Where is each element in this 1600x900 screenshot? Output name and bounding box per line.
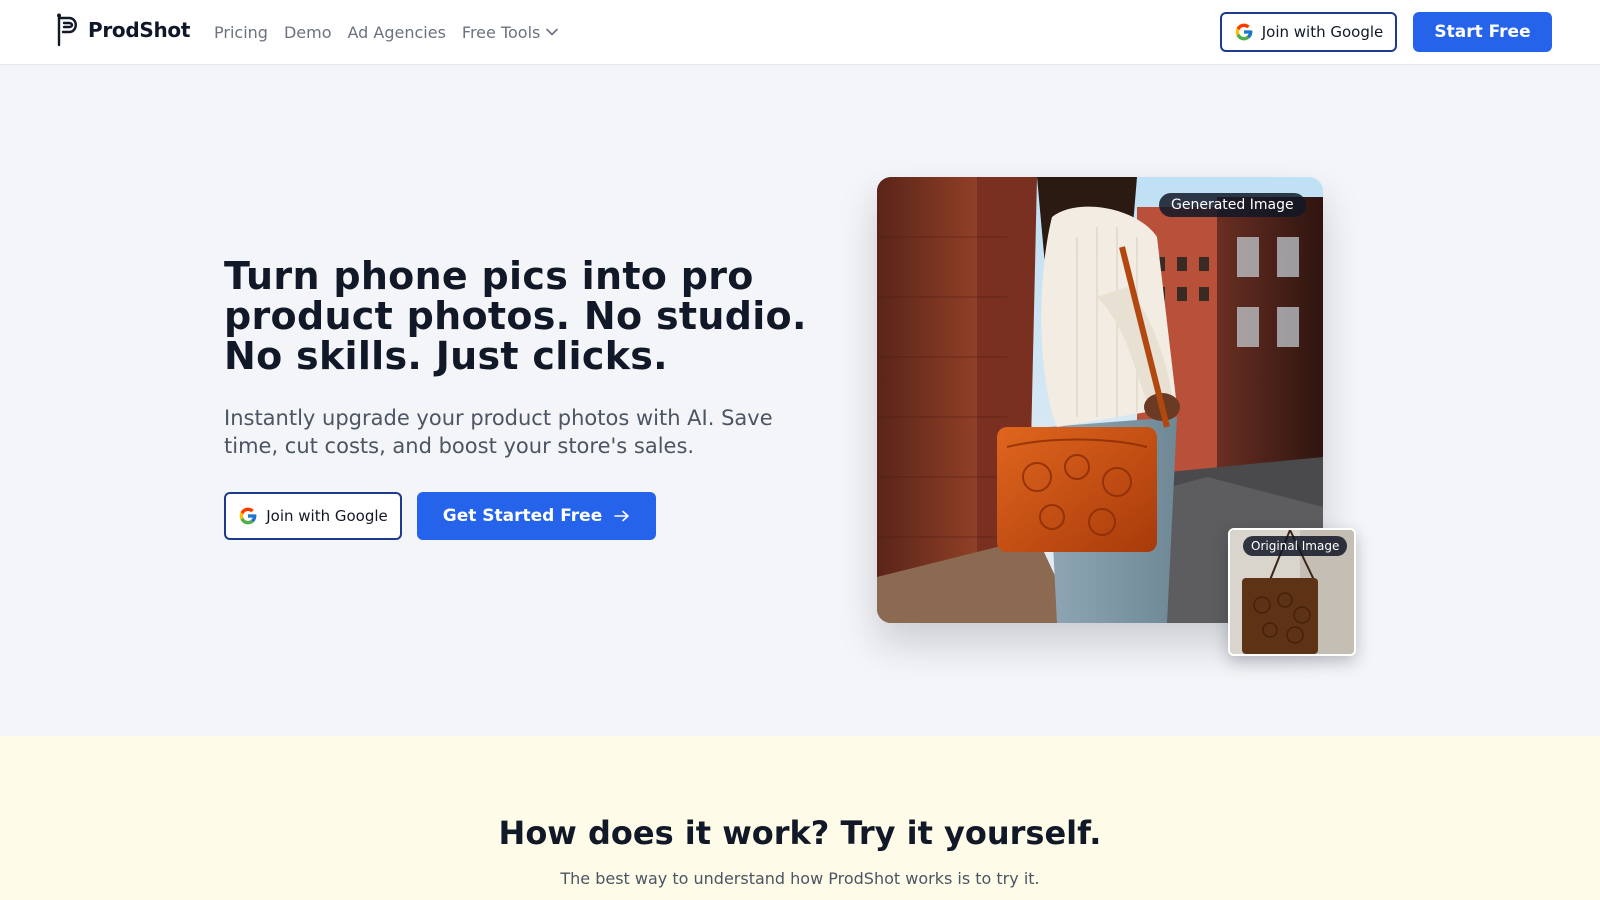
nav-item-pricing[interactable]: Pricing (214, 23, 268, 42)
nav-item-ad-agencies[interactable]: Ad Agencies (347, 23, 445, 42)
chevron-down-icon (546, 28, 559, 36)
how-it-works-subtitle: The best way to understand how ProdShot … (560, 869, 1040, 888)
arrow-right-icon (614, 510, 630, 522)
nav-item-free-tools[interactable]: Free Tools (461, 22, 559, 42)
header-join-google-button[interactable]: Join with Google (1220, 12, 1397, 52)
logo[interactable]: ProdShot (54, 13, 190, 47)
site-header: ProdShot Pricing Demo Ad Agencies Free T… (0, 0, 1600, 65)
main-nav: Pricing Demo Ad Agencies Free Tools (214, 0, 574, 64)
hero-title: Turn phone pics into pro product photos.… (224, 254, 807, 378)
prodshot-logo-icon (57, 13, 77, 47)
original-image-badge: Original Image (1243, 536, 1348, 556)
how-it-works-title: How does it work? Try it yourself. (498, 814, 1102, 852)
nav-item-demo[interactable]: Demo (284, 23, 332, 42)
brand-name: ProdShot (88, 18, 191, 42)
get-started-label: Get Started Free (442, 506, 603, 526)
generated-image-badge: Generated Image (1159, 193, 1306, 217)
google-icon (238, 506, 258, 526)
hero-join-google-label: Join with Google (266, 507, 388, 525)
nav-item-free-tools-label: Free Tools (461, 22, 541, 42)
get-started-free-button[interactable]: Get Started Free (417, 492, 656, 540)
hero-join-google-button[interactable]: Join with Google (224, 492, 402, 540)
start-free-button[interactable]: Start Free (1413, 12, 1552, 52)
hero-subtitle: Instantly upgrade your product photos wi… (224, 406, 773, 458)
google-icon (1234, 22, 1254, 42)
header-join-google-label: Join with Google (1261, 23, 1384, 41)
